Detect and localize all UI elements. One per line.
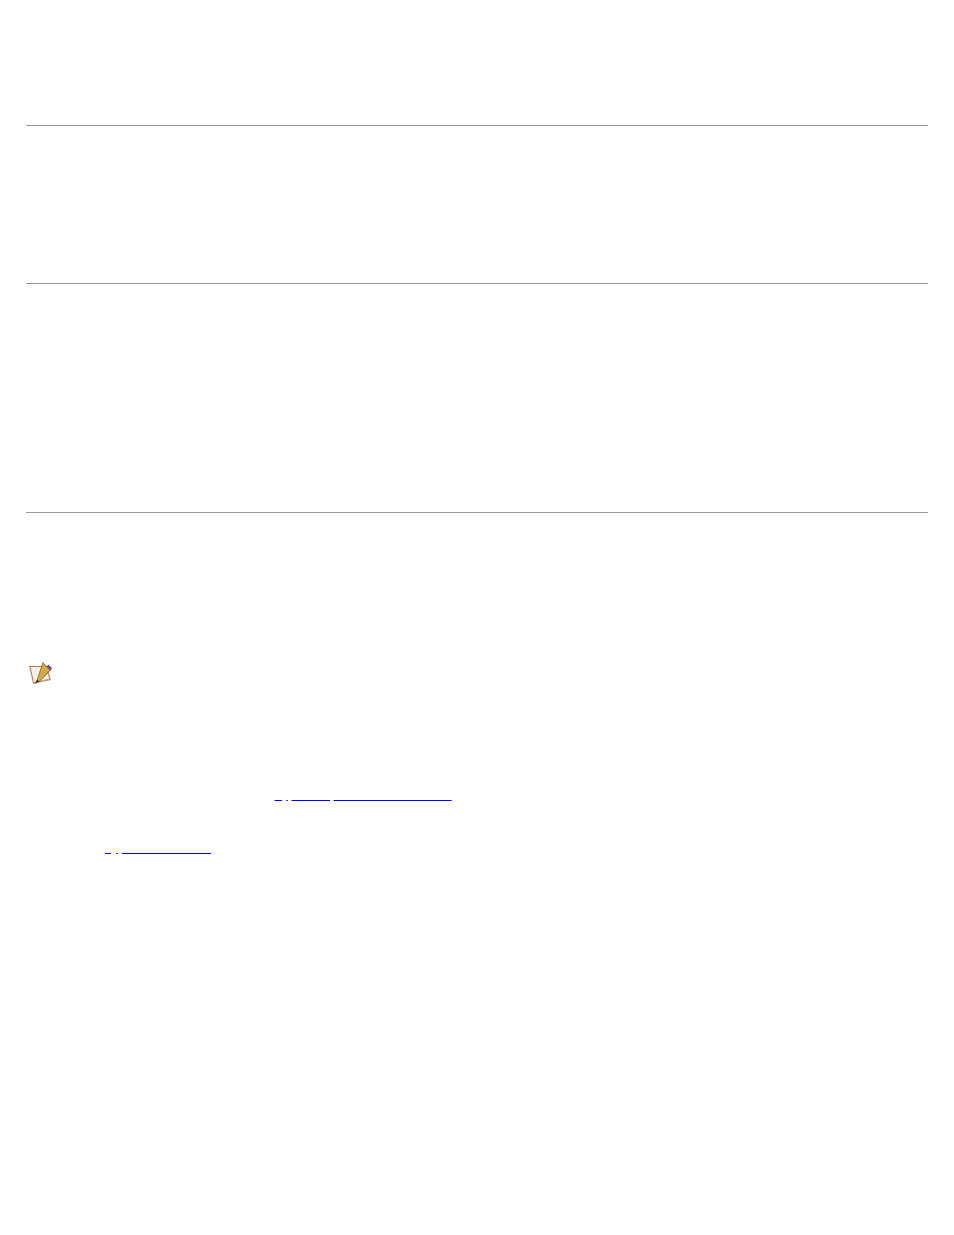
row-value: Value H placeholder text — [326, 357, 928, 381]
inline-link[interactable]: hyperlink placeholder text here — [275, 787, 452, 802]
table-row: Label FValue F placeholder text — [26, 246, 928, 270]
table-row: Label LValue L placeholder text — [26, 451, 928, 475]
row-value: Value M placeholder text — [326, 475, 928, 499]
table-row: Label HValue H placeholder text — [26, 357, 928, 381]
table-row: Label EValue E placeholder text — [26, 222, 928, 246]
paragraph: Lorem ipsum dolor sit amet, consectetur … — [26, 603, 928, 645]
ordered-steps: Step one placeholder text goes here. Ste… — [72, 729, 928, 860]
table-row: Label IValue I placeholder text — [26, 381, 928, 405]
inline-link[interactable]: hyperlink text here — [105, 840, 211, 855]
divider — [26, 283, 928, 284]
row-key: Label B — [26, 87, 326, 111]
table-row: Label JValue J placeholder text — [26, 404, 928, 428]
row-key: Label M — [26, 475, 326, 499]
row-value: Value A placeholder text — [326, 64, 928, 88]
row-key: Label K — [26, 428, 326, 452]
paragraph: Lorem ipsum dolor sit amet, consectetur … — [26, 869, 928, 911]
row-value: Value G placeholder text — [326, 334, 928, 358]
row-key: Label H — [26, 357, 326, 381]
note-pencil-icon — [26, 659, 56, 687]
row-key: Label D — [26, 199, 326, 223]
list-item: See hyperlink text here and additional p… — [72, 836, 928, 861]
row-value: Value F placeholder text — [326, 246, 928, 270]
row-value: Value D placeholder text — [326, 199, 928, 223]
row-key: Label E — [26, 222, 326, 246]
section-heading: Section Title Placeholder — [26, 28, 928, 54]
list-item: Step three placeholder text with a hyper… — [72, 783, 928, 808]
row-key: Label C — [26, 175, 326, 199]
section-heading: Section Title Placeholder — [26, 527, 928, 553]
row-value: Value K placeholder text — [326, 428, 928, 452]
list-item: Step four placeholder text goes here. — [72, 809, 928, 834]
row-key: Label J — [26, 404, 326, 428]
table-row: Label MValue M placeholder text — [26, 475, 928, 499]
row-key: Label L — [26, 451, 326, 475]
divider — [26, 512, 928, 513]
key-value-table: Label AValue A placeholder text Label BV… — [26, 64, 928, 111]
table-row: Label BValue B placeholder text — [26, 87, 928, 111]
row-value: Value E placeholder text — [326, 222, 928, 246]
row-value: Value I placeholder text — [326, 381, 928, 405]
list-item: Step one placeholder text goes here. — [72, 729, 928, 754]
paragraph: Lorem ipsum dolor sit amet consectetur: — [26, 699, 928, 720]
table-row: Label KValue K placeholder text — [26, 428, 928, 452]
list-item: Step two placeholder text goes here and … — [72, 756, 928, 781]
note-text: Lorem ipsum dolor sit amet, consectetur … — [62, 657, 858, 678]
section-heading: Section Title Placeholder — [26, 298, 928, 324]
key-value-table: Label CValue C placeholder text Label DV… — [26, 175, 928, 269]
section-heading: Section Title Placeholder — [26, 140, 928, 166]
step-text-after: and more text. — [452, 787, 539, 802]
step-text-before: See — [78, 840, 105, 855]
row-key: Label F — [26, 246, 326, 270]
table-row: Label GValue G placeholder text — [26, 334, 928, 358]
table-row: Label CValue C placeholder text — [26, 175, 928, 199]
subsection-heading: Subheading placeholder — [26, 571, 928, 594]
row-key: Label I — [26, 381, 326, 405]
divider — [26, 125, 928, 126]
table-row: Label AValue A placeholder text — [26, 64, 928, 88]
note-block: Lorem ipsum dolor sit amet, consectetur … — [26, 657, 928, 687]
step-text-before: Step three placeholder text with a — [78, 787, 275, 802]
row-value: Value B placeholder text — [326, 87, 928, 111]
key-value-table: Label GValue G placeholder text Label HV… — [26, 334, 928, 499]
row-key: Label A — [26, 64, 326, 88]
row-value: Value J placeholder text — [326, 404, 928, 428]
row-value: Value L placeholder text — [326, 451, 928, 475]
row-value: Value C placeholder text — [326, 175, 928, 199]
step-text-after: and additional placeholder wording after… — [211, 840, 494, 855]
row-key: Label G — [26, 334, 326, 358]
table-row: Label DValue D placeholder text — [26, 199, 928, 223]
